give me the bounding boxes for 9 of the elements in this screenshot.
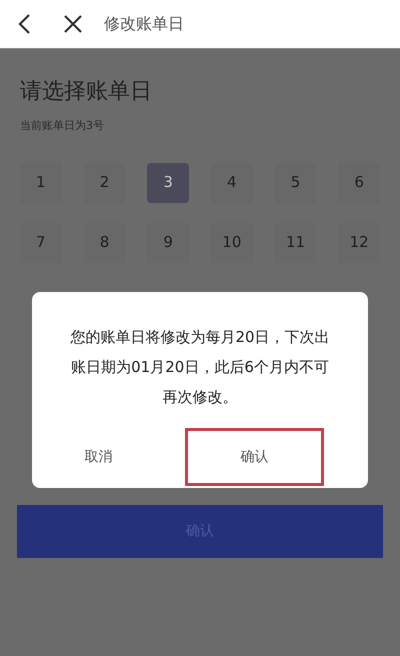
day-option[interactable]: 3 — [147, 162, 189, 202]
page-subtitle: 当前账单日为3号 — [20, 118, 105, 134]
header-title: 修改账单日 — [104, 13, 184, 35]
dialog-button[interactable]: 确认 — [185, 428, 324, 486]
dialog-message: 您的账单日将修改为每月20日，下次出账日期为01月20日，此后6个月内不可再次修改。 — [69, 327, 331, 408]
close-icon[interactable] — [62, 13, 84, 35]
page-title: 请选择账单日 — [20, 78, 153, 106]
dialog-button[interactable]: 取消 — [32, 428, 165, 486]
back-icon[interactable] — [16, 12, 32, 36]
